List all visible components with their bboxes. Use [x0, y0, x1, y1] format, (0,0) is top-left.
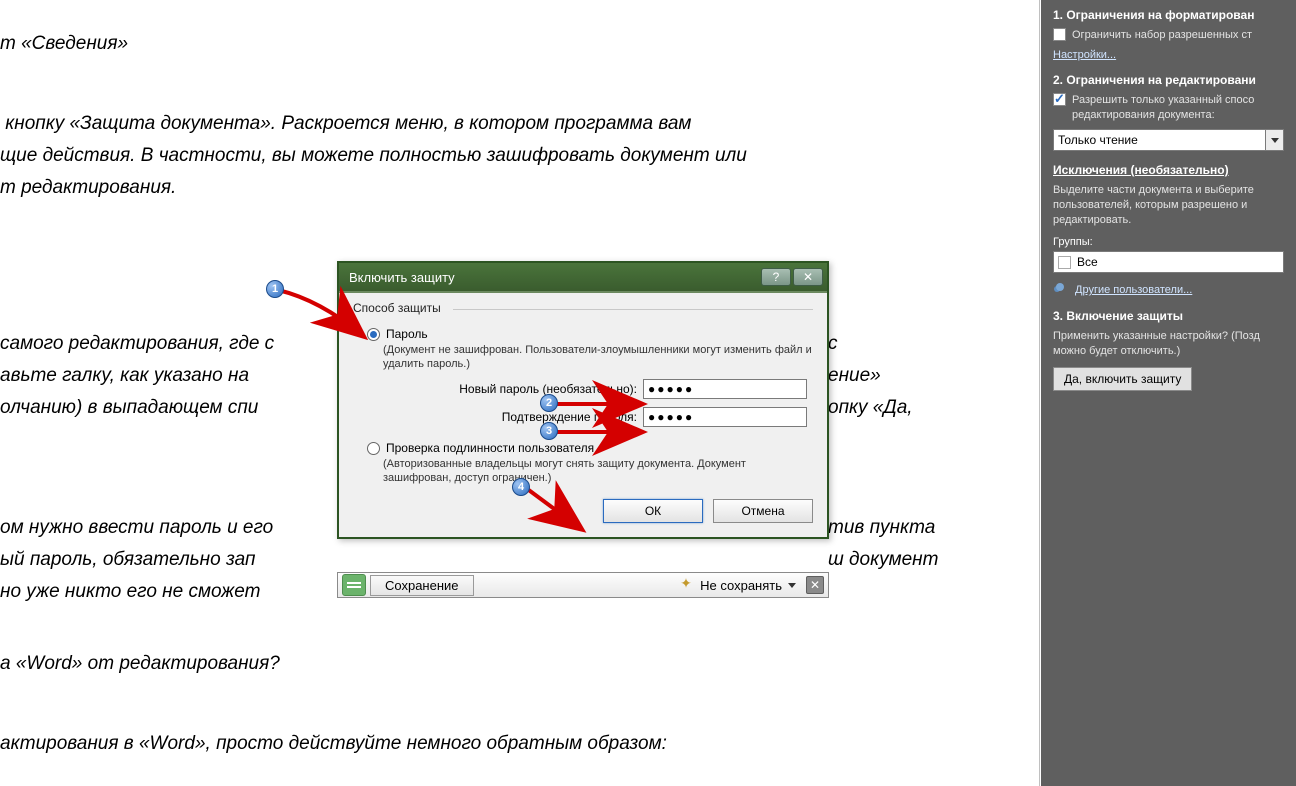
users-icon — [1053, 283, 1069, 297]
close-icon: ✕ — [810, 578, 820, 592]
doc-line: но уже никто его не сможет — [0, 576, 260, 608]
group-all-checkbox[interactable] — [1058, 256, 1071, 269]
enable-protection-dialog: Включить защиту ? ✕ Способ защиты Пароль… — [337, 261, 829, 539]
doc-line: с — [828, 328, 838, 360]
doc-line: опку «Да, — [828, 392, 913, 424]
pane-section3-heading: 3. Включение защиты — [1053, 309, 1284, 323]
close-icon: ✕ — [803, 270, 813, 284]
more-users-label: Другие пользователи... — [1075, 284, 1192, 296]
doc-line: ый пароль, обязательно зап — [0, 544, 255, 576]
doc-line: авьте галку, как указано на — [0, 360, 249, 392]
dont-save-dropdown[interactable]: Не сохранять — [680, 577, 802, 593]
fieldset-divider — [453, 309, 813, 310]
radio-user-auth-desc: (Авторизованные владельцы могут снять за… — [383, 457, 813, 485]
radio-user-auth-label: Проверка подлинности пользователя — [386, 441, 594, 455]
doc-line: самого редактирования, где с — [0, 328, 274, 360]
more-users-link[interactable]: Другие пользователи... — [1053, 283, 1284, 297]
format-settings-link[interactable]: Настройки... — [1053, 49, 1116, 61]
callout-badge-2: 2 — [540, 394, 558, 412]
save-status-icon — [342, 574, 366, 596]
dialog-titlebar[interactable]: Включить защиту ? ✕ — [339, 263, 827, 291]
pane-section2-heading: 2. Ограничения на редактировани — [1053, 73, 1284, 87]
section3-desc: Применить указанные настройки? (Позд мож… — [1053, 329, 1284, 359]
save-status-bar: Сохранение Не сохранять ✕ — [337, 572, 829, 598]
doc-line: кнопку «Защита документа». Раскроется ме… — [0, 108, 691, 140]
protection-method-legend: Способ защиты — [353, 301, 441, 315]
save-button[interactable]: Сохранение — [370, 575, 474, 596]
format-restrict-label: Ограничить набор разрешенных ст — [1072, 28, 1252, 43]
edit-restrict-checkbox[interactable] — [1053, 93, 1066, 106]
radio-password-label: Пароль — [386, 327, 428, 341]
doc-line: олчанию) в выпадающем спи — [0, 392, 258, 424]
dialog-help-button[interactable]: ? — [761, 268, 791, 286]
edit-mode-value: Только чтение — [1053, 129, 1266, 151]
edit-mode-select[interactable]: Только чтение — [1053, 129, 1284, 151]
dont-save-label: Не сохранять — [700, 578, 782, 593]
doc-line: ом нужно ввести пароль и его — [0, 512, 273, 544]
new-password-input[interactable] — [643, 379, 807, 399]
doc-line: тив пункта — [828, 512, 935, 544]
radio-password-desc: (Документ не зашифрован. Пользователи-зл… — [383, 343, 813, 371]
doc-line: актирования в «Word», просто действуйте … — [0, 728, 667, 760]
groups-label: Группы: — [1053, 236, 1284, 248]
doc-line: щие действия. В частности, вы можете пол… — [0, 140, 747, 172]
edit-mode-dropdown-button[interactable] — [1266, 129, 1284, 151]
exceptions-desc: Выделите части документа и выберите поль… — [1053, 183, 1284, 228]
callout-badge-3: 3 — [540, 422, 558, 440]
confirm-password-label: Подтверждение пароля: — [353, 410, 637, 424]
exceptions-heading: Исключения (необязательно) — [1053, 163, 1284, 177]
groups-list[interactable]: Все — [1053, 251, 1284, 273]
doc-line: а «Word» от редактирования? — [0, 648, 280, 680]
edit-restrict-label: Разрешить только указанный спосо редакти… — [1072, 93, 1284, 123]
new-password-label: Новый пароль (необязательно): — [353, 382, 637, 396]
enable-protection-button[interactable]: Да, включить защиту — [1053, 367, 1192, 391]
confirm-password-input[interactable] — [643, 407, 807, 427]
doc-line: т редактирования. — [0, 172, 176, 204]
dialog-title: Включить защиту — [349, 270, 759, 285]
cancel-button[interactable]: Отмена — [713, 499, 813, 523]
radio-password[interactable] — [367, 328, 380, 341]
sparkle-icon — [680, 577, 696, 593]
statusbar-close-button[interactable]: ✕ — [806, 576, 824, 594]
pane-section1-heading: 1. Ограничения на форматирован — [1053, 8, 1284, 22]
help-icon: ? — [773, 270, 780, 284]
doc-line: ение» — [828, 360, 881, 392]
restrict-editing-pane: 1. Ограничения на форматирован Ограничит… — [1041, 0, 1296, 786]
doc-line: т «Сведения» — [0, 28, 128, 60]
chevron-down-icon — [788, 583, 796, 588]
format-restrict-checkbox[interactable] — [1053, 28, 1066, 41]
group-all-label: Все — [1077, 255, 1098, 269]
dialog-close-button[interactable]: ✕ — [793, 268, 823, 286]
callout-badge-1: 1 — [266, 280, 284, 298]
callout-badge-4: 4 — [512, 478, 530, 496]
radio-user-auth[interactable] — [367, 442, 380, 455]
doc-line: ш документ — [828, 544, 938, 576]
ok-button[interactable]: ОК — [603, 499, 703, 523]
chevron-down-icon — [1271, 138, 1279, 143]
